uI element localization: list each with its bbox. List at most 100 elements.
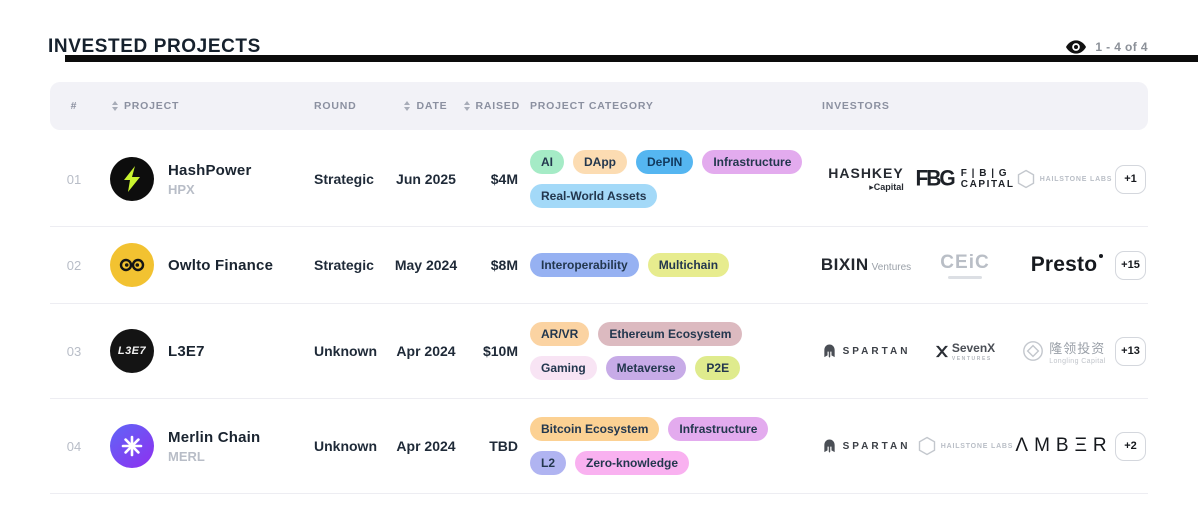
date-value: May 2024: [386, 257, 466, 273]
raised-value: $4M: [466, 171, 526, 187]
category-tag[interactable]: DePIN: [636, 150, 693, 174]
category-tag[interactable]: Multichain: [648, 253, 729, 277]
more-investors-button[interactable]: +13: [1115, 337, 1146, 366]
row-index: 03: [50, 344, 98, 359]
investor-logo-presto[interactable]: Presto: [1016, 253, 1112, 277]
category-tag[interactable]: Infrastructure: [702, 150, 802, 174]
header-round-label: ROUND: [314, 100, 357, 112]
fbg-capital-label: CAPITAL: [961, 179, 1015, 190]
category-tag[interactable]: AR/VR: [530, 322, 589, 346]
category-tag[interactable]: Real-World Assets: [530, 184, 657, 208]
category-tag[interactable]: AI: [530, 150, 564, 174]
category-tag[interactable]: L2: [530, 451, 566, 475]
category-tag[interactable]: Infrastructure: [668, 417, 768, 441]
header-project[interactable]: PROJECT: [98, 100, 298, 112]
hexagon-icon: [1016, 169, 1036, 189]
investor-logo-hailstone-labs[interactable]: HAILSTONE LABS: [1016, 169, 1112, 189]
invested-projects-table: # PROJECT ROUND DATE RAISED PROJECT CATE…: [50, 82, 1148, 494]
top-divider-bar: [65, 55, 1198, 62]
hailstone-labs-wordmark: HAILSTONE LABS: [1040, 176, 1113, 183]
category-tag[interactable]: Gaming: [530, 356, 597, 380]
round-value: Strategic: [298, 171, 386, 187]
investor-logo-ceic[interactable]: CEiC: [917, 252, 1013, 279]
table-row[interactable]: 03 L3E7 L3E7 Unknown Apr 2024 $10M AR/VR…: [50, 304, 1148, 399]
table-row[interactable]: 01 HashPower HPX Strategic Jun 2025 $4M …: [50, 132, 1148, 227]
project-cell[interactable]: Merlin Chain MERL: [98, 424, 298, 468]
project-cell[interactable]: HashPower HPX: [98, 157, 298, 201]
table-row[interactable]: 04 Merlin Chain MERL Unknown Apr 2024 TB…: [50, 399, 1148, 494]
investor-logo-amber[interactable]: ΛMBΞR: [1016, 435, 1112, 457]
longling-capital-sub: Longling Capital: [1049, 358, 1106, 365]
bixin-wordmark: BIXIN: [821, 255, 869, 275]
header-raised[interactable]: RAISED: [466, 100, 526, 112]
sevenx-ventures-sub: VENTURES: [952, 356, 995, 362]
sort-icon[interactable]: [112, 101, 118, 111]
project-name[interactable]: Owlto Finance: [168, 257, 273, 274]
category-tag[interactable]: Metaverse: [606, 356, 687, 380]
merlin-chain-logo: [110, 424, 154, 468]
project-name[interactable]: Merlin Chain: [168, 429, 260, 446]
project-cell[interactable]: Owlto Finance: [98, 243, 298, 287]
investors-cell: SPARTAN HAILSTONE LABS ΛMBΞR +2: [818, 432, 1148, 461]
category-tag[interactable]: Zero-knowledge: [575, 451, 689, 475]
date-value: Apr 2024: [386, 343, 466, 359]
hashkey-wordmark: HASHKEY: [828, 165, 903, 181]
category-tag[interactable]: Ethereum Ecosystem: [598, 322, 742, 346]
owlto-logo: [110, 243, 154, 287]
header-category: PROJECT CATEGORY: [526, 100, 818, 112]
spartan-wordmark: SPARTAN: [843, 441, 911, 452]
project-cell[interactable]: L3E7 L3E7: [98, 329, 298, 373]
sort-icon[interactable]: [464, 101, 470, 111]
header-investors-label: INVESTORS: [822, 100, 890, 112]
category-tag[interactable]: P2E: [695, 356, 740, 380]
more-investors-button[interactable]: +1: [1115, 165, 1146, 194]
hexagon-icon: [917, 436, 937, 456]
investor-logo-hashkey-capital[interactable]: HASHKEY ▸Capital: [818, 165, 914, 193]
fbg-mark: FBG: [915, 166, 953, 191]
category-tag[interactable]: DApp: [573, 150, 627, 174]
project-name[interactable]: HashPower: [168, 162, 252, 179]
amber-wordmark: ΛMBΞR: [1015, 435, 1112, 457]
date-value: Apr 2024: [386, 438, 466, 454]
header-date[interactable]: DATE: [386, 100, 466, 112]
starburst-icon: [121, 435, 143, 457]
eye-icon[interactable]: [1066, 40, 1086, 54]
owl-eyes-icon: [118, 258, 146, 272]
raised-value: $8M: [466, 257, 526, 273]
category-cell: Interoperability Multichain: [526, 251, 818, 279]
header-date-label: DATE: [416, 100, 447, 112]
header-index: #: [50, 100, 98, 112]
sevenx-wordmark: SevenX: [952, 341, 995, 355]
category-tag[interactable]: Interoperability: [530, 253, 639, 277]
investor-logo-bixin-ventures[interactable]: BIXIN Ventures: [818, 255, 914, 275]
row-index: 02: [50, 258, 98, 273]
sort-icon[interactable]: [404, 101, 410, 111]
l3e7-logo-text: L3E7: [118, 345, 146, 357]
header-round: ROUND: [298, 100, 386, 112]
project-name[interactable]: L3E7: [168, 343, 205, 360]
project-ticker: MERL: [168, 449, 260, 464]
investors-cell: HASHKEY ▸Capital FBG F | B | G CAPITAL: [818, 165, 1148, 194]
ceic-subtext-bar: [948, 276, 982, 279]
table-row[interactable]: 02 Owlto Finance Strategic May 2024 $8M …: [50, 227, 1148, 304]
category-cell: Bitcoin Ecosystem Infrastructure L2 Zero…: [526, 415, 818, 477]
more-investors-button[interactable]: +2: [1115, 432, 1146, 461]
investor-logo-hailstone-labs[interactable]: HAILSTONE LABS: [917, 436, 1013, 456]
presto-wordmark: Presto: [1031, 253, 1098, 277]
investor-logo-fbg-capital[interactable]: FBG F | B | G CAPITAL: [917, 167, 1013, 191]
more-investors-button[interactable]: +15: [1115, 251, 1146, 280]
investors-cell: SPARTAN SevenX VENTURES: [818, 337, 1148, 366]
investor-logo-longling-capital[interactable]: 隆领投资 Longling Capital: [1016, 338, 1112, 365]
investor-logo-spartan[interactable]: SPARTAN: [818, 343, 914, 359]
category-cell: AR/VR Ethereum Ecosystem Gaming Metavers…: [526, 320, 818, 382]
category-tag[interactable]: Bitcoin Ecosystem: [530, 417, 659, 441]
header-investors: INVESTORS: [818, 100, 1148, 112]
investor-logo-sevenx-ventures[interactable]: SevenX VENTURES: [917, 341, 1013, 362]
investor-logo-spartan[interactable]: SPARTAN: [818, 438, 914, 454]
hashkey-capital-sub: ▸Capital: [869, 182, 904, 193]
longling-wordmark: 隆领投资: [1049, 338, 1106, 357]
ceic-wordmark: CEiC: [940, 252, 989, 274]
header-category-label: PROJECT CATEGORY: [530, 100, 654, 112]
hashpower-logo: [110, 157, 154, 201]
header-raised-label: RAISED: [476, 100, 520, 112]
